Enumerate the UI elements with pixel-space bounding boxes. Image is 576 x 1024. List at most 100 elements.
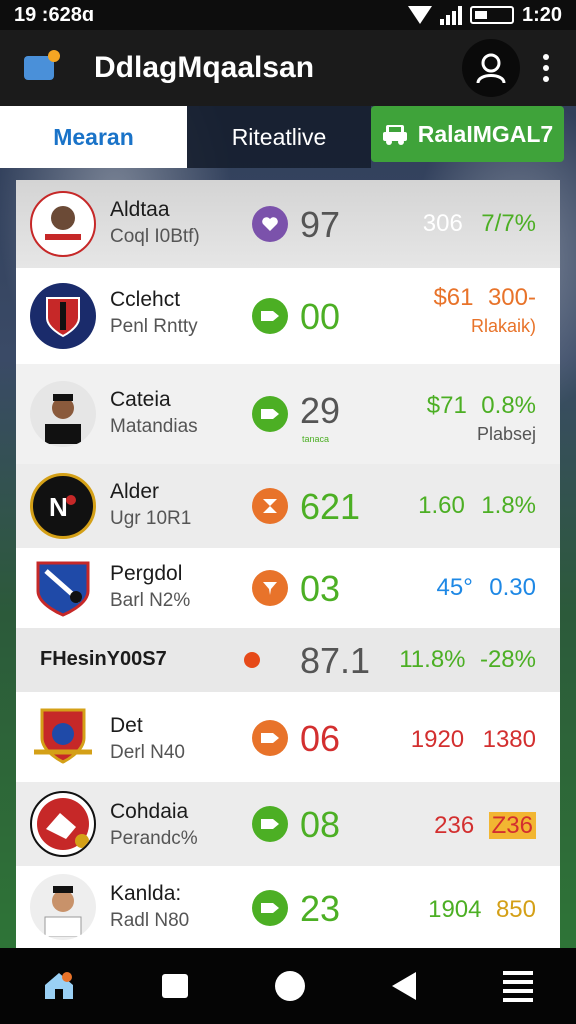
stat-note: Rlakaik) (470, 316, 536, 336)
heart-status-icon (252, 206, 288, 242)
team-name: Cohdaia (110, 800, 189, 823)
player-avatar (30, 381, 96, 447)
player-avatar (30, 874, 96, 940)
tab-label: Riteatlive (231, 123, 327, 150)
team-crest-icon (30, 283, 96, 349)
stat-value: 1.60 (418, 492, 465, 519)
play-status-icon (252, 720, 288, 756)
list-item[interactable]: Cclehct Penl Rntty 00 $61 300- Rlakaik) (16, 268, 560, 364)
status-left-text: 19 :628ɑ (14, 3, 95, 26)
status-icons: 1:20 (407, 3, 562, 27)
stat-percent: 7/7% (481, 210, 536, 237)
team-subtitle: Matandias (110, 416, 198, 437)
person-icon (476, 53, 506, 84)
tab-label: Mearan (53, 123, 134, 150)
team-name: Cclehct (110, 288, 181, 311)
tab-mearan[interactable]: Mearan (0, 106, 187, 168)
stat-value: $71 (426, 392, 467, 419)
status-bar: 19 :628ɑ 1:20 (0, 0, 576, 30)
hourglass-status-icon (252, 488, 288, 524)
team-name: Aldtaa (110, 198, 170, 221)
stat-percent: 1.8% (481, 492, 536, 519)
stat-percent: 300- (487, 284, 536, 311)
list-item[interactable]: FHesinY00S7 87.1 11.8% -28% (16, 628, 560, 692)
stat-value: 306 (422, 210, 463, 237)
circle-icon[interactable] (274, 971, 305, 1001)
team-subtitle: Perandc% (110, 828, 198, 849)
list-item[interactable]: Det Derl N40 06 1920 1380 (16, 692, 560, 782)
tab-bar: Mearan Riteatlive RalaIMGAL7 (0, 106, 576, 168)
stat-percent: -28% (479, 646, 536, 673)
score: 29 (300, 390, 341, 431)
list-item[interactable]: Cateia Matandias 29 tanaca $71 0.8% Plab… (16, 364, 560, 464)
team-name: Det (110, 714, 143, 737)
bottom-nav-bar (0, 948, 576, 1024)
play-status-icon (252, 396, 288, 432)
stat-percent: 0.30 (489, 574, 536, 601)
list-item[interactable]: Aldtaa Coql I0Btf) 97 306 7/7% (16, 180, 560, 268)
stat-percent: Z36 (488, 812, 536, 839)
list-item[interactable]: Kanlda: Radl N80 23 1904 850 (16, 866, 560, 948)
team-name: FHesinY00S7 (40, 648, 167, 670)
home-icon[interactable] (43, 971, 75, 1001)
team-crest-icon (30, 555, 96, 621)
stat-percent: 0.8% (481, 392, 536, 419)
app-title: DdlagMqaalsan (94, 51, 315, 84)
team-crest-icon (30, 704, 96, 770)
team-subtitle: Radl N80 (110, 910, 190, 931)
stat-note: Plabsej (476, 424, 536, 444)
list-item[interactable]: Pergdol Barl N2% 03 45° 0.30 (16, 548, 560, 628)
stat-percent: 1380 (482, 726, 536, 753)
stat-value: 236 (434, 812, 475, 839)
svg-text:N: N (49, 492, 68, 522)
team-crest-icon: N (30, 473, 96, 539)
status-time: 1:20 (521, 3, 562, 26)
team-name: Pergdol (110, 562, 183, 585)
standings-list: Aldtaa Coql I0Btf) 97 306 7/7% Cclehct P… (16, 180, 560, 948)
team-crest-icon (30, 791, 96, 857)
cup-status-icon (252, 570, 288, 606)
score: 00 (300, 296, 341, 337)
list-item[interactable]: Cohdaia Perandc% 08 236 Z36 (16, 782, 560, 866)
stat-value: 45° (436, 574, 473, 601)
menu-icon[interactable] (502, 970, 533, 1002)
stat-value: $61 (433, 284, 474, 311)
tab-ralaimgal[interactable]: RalaIMGAL7 (371, 106, 564, 162)
team-subtitle: Barl N2% (110, 590, 191, 611)
team-subtitle: Derl N40 (110, 742, 185, 763)
score: 08 (300, 804, 341, 845)
stat-value: 1920 (410, 726, 465, 753)
play-status-icon (252, 890, 288, 926)
score: 23 (300, 888, 341, 929)
vehicle-icon (382, 125, 407, 145)
profile-button[interactable] (462, 39, 520, 97)
team-name: Alder (110, 480, 160, 503)
back-icon[interactable] (391, 972, 416, 1000)
play-status-icon (252, 806, 288, 842)
score: 06 (300, 718, 341, 759)
play-status-icon (252, 298, 288, 334)
tab-label: RalaIMGAL7 (417, 120, 554, 147)
stat-percent: 850 (495, 896, 536, 923)
team-subtitle: Coql I0Btf) (110, 226, 200, 247)
stat-value: 11.8% (399, 646, 466, 673)
score: 97 (300, 204, 341, 245)
stat-value: 1904 (428, 896, 482, 923)
team-subtitle: Ugr 10R1 (110, 508, 192, 529)
wifi-icon (407, 6, 432, 24)
signal-icon (439, 5, 462, 25)
square-icon[interactable] (162, 974, 189, 998)
player-avatar (30, 191, 96, 257)
team-name: Cateia (110, 388, 171, 411)
score-note: tanaca (302, 434, 330, 444)
battery-icon (469, 6, 514, 24)
more-options-button[interactable] (540, 54, 552, 82)
app-logo-icon (24, 50, 60, 80)
tab-riteatlive[interactable]: Riteatlive (187, 106, 371, 168)
score: 03 (300, 568, 341, 609)
score: 87.1 (300, 640, 371, 681)
app-bar: DdlagMqaalsan (0, 30, 576, 106)
list-item[interactable]: N Alder Ugr 10R1 621 1.60 1.8% (16, 464, 560, 548)
team-subtitle: Penl Rntty (110, 316, 198, 337)
team-name: Kanlda: (110, 882, 182, 905)
